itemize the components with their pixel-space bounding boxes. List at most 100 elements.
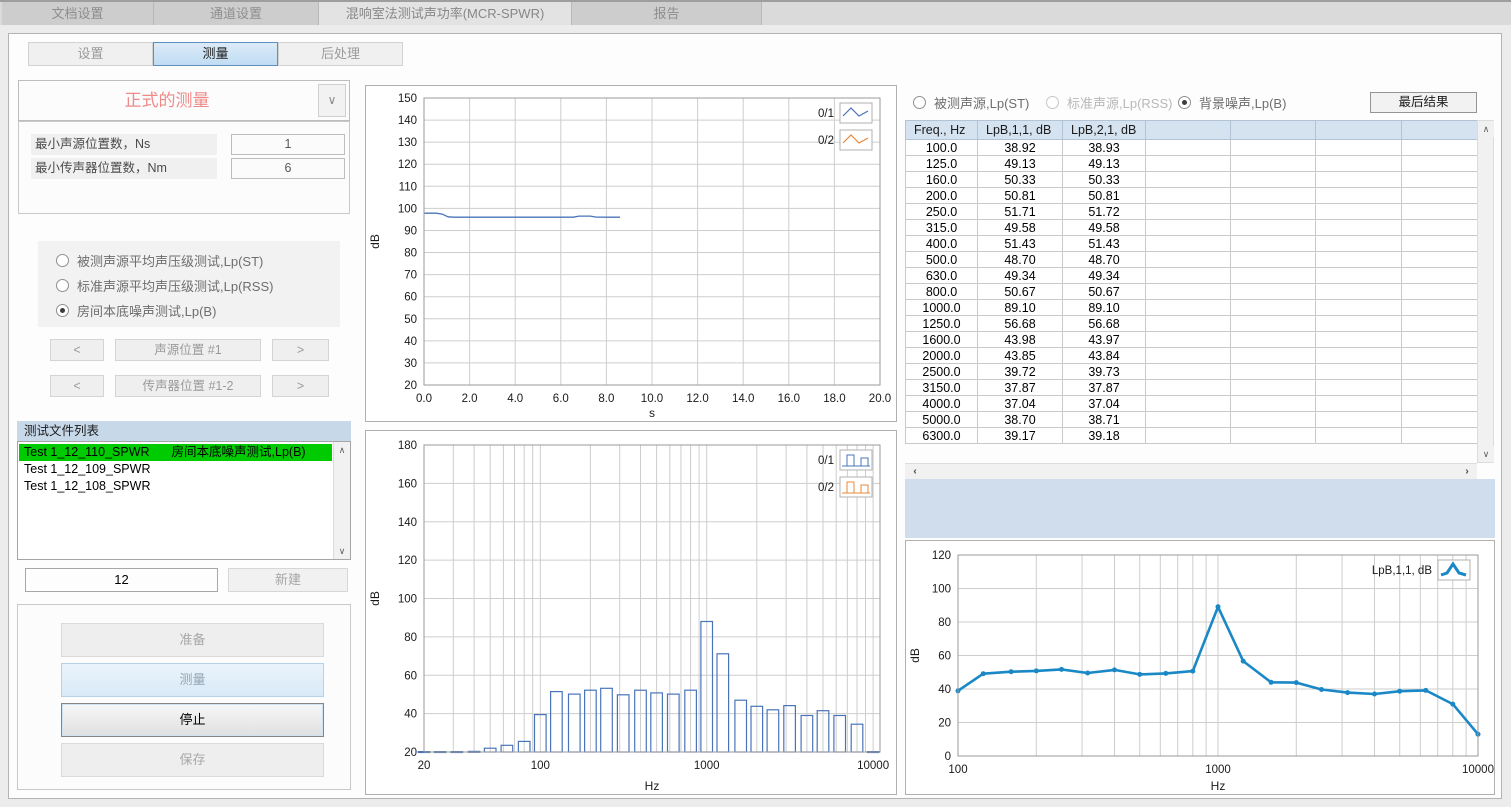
table-cell[interactable] [1402, 140, 1478, 156]
table-cell[interactable] [1146, 380, 1231, 396]
table-cell[interactable]: 37.04 [1063, 396, 1146, 412]
scroll-down-icon[interactable]: ∨ [1478, 446, 1494, 462]
table-cell[interactable]: 37.87 [1063, 380, 1146, 396]
table-row[interactable]: 1000.089.1089.10 [906, 300, 1478, 316]
nav-prev-button-1[interactable]: < [50, 375, 104, 397]
table-row[interactable]: 4000.037.0437.04 [906, 396, 1478, 412]
table-cell[interactable] [1146, 348, 1231, 364]
table-horizontal-scrollbar[interactable]: ‹ › [905, 463, 1477, 479]
table-cell[interactable] [1316, 140, 1402, 156]
param-value-field[interactable]: 6 [231, 158, 345, 179]
table-cell[interactable] [1316, 380, 1402, 396]
subtab-2[interactable]: 后处理 [278, 42, 403, 66]
table-cell[interactable] [1231, 348, 1316, 364]
table-cell[interactable] [1402, 220, 1478, 236]
table-cell[interactable]: 39.72 [978, 364, 1063, 380]
table-row[interactable]: 160.050.3350.33 [906, 172, 1478, 188]
table-cell[interactable] [1316, 396, 1402, 412]
table-cell[interactable]: 43.97 [1063, 332, 1146, 348]
table-cell[interactable] [1402, 364, 1478, 380]
table-cell[interactable]: 5000.0 [906, 412, 978, 428]
table-cell[interactable]: 38.92 [978, 140, 1063, 156]
table-cell[interactable] [1402, 252, 1478, 268]
table-cell[interactable]: 315.0 [906, 220, 978, 236]
table-cell[interactable] [1402, 284, 1478, 300]
results-table[interactable]: Freq., HzLpB,1,1, dBLpB,2,1, dB100.038.9… [905, 120, 1478, 444]
table-cell[interactable] [1231, 332, 1316, 348]
table-cell[interactable] [1146, 220, 1231, 236]
table-cell[interactable]: 6300.0 [906, 428, 978, 444]
table-row[interactable]: 200.050.8150.81 [906, 188, 1478, 204]
table-cell[interactable] [1402, 428, 1478, 444]
table-cell[interactable] [1316, 268, 1402, 284]
table-row[interactable]: 125.049.1349.13 [906, 156, 1478, 172]
top-tab-0[interactable]: 文档设置 [2, 2, 154, 25]
table-cell[interactable]: 43.84 [1063, 348, 1146, 364]
table-cell[interactable] [1316, 364, 1402, 380]
table-cell[interactable] [1146, 252, 1231, 268]
table-row[interactable]: 400.051.4351.43 [906, 236, 1478, 252]
table-cell[interactable] [1402, 156, 1478, 172]
table-cell[interactable]: 100.0 [906, 140, 978, 156]
table-cell[interactable] [1231, 300, 1316, 316]
scroll-up-icon[interactable]: ∧ [334, 442, 350, 458]
table-cell[interactable]: 3150.0 [906, 380, 978, 396]
table-cell[interactable]: 49.13 [978, 156, 1063, 172]
table-cell[interactable] [1146, 236, 1231, 252]
table-cell[interactable] [1231, 268, 1316, 284]
nav-next-button-1[interactable]: > [272, 375, 329, 397]
table-cell[interactable]: 38.93 [1063, 140, 1146, 156]
measurement-mode-select[interactable]: 正式的测量 ∨ [18, 80, 350, 121]
table-cell[interactable]: 38.71 [1063, 412, 1146, 428]
table-cell[interactable] [1231, 396, 1316, 412]
table-cell[interactable] [1146, 284, 1231, 300]
table-cell[interactable] [1146, 316, 1231, 332]
table-cell[interactable]: 800.0 [906, 284, 978, 300]
file-list[interactable]: Test 1_12_110_SPWR房间本底噪声测试,Lp(B)Test 1_1… [17, 441, 351, 560]
top-tab-1[interactable]: 通道设置 [154, 2, 319, 25]
table-cell[interactable]: 37.04 [978, 396, 1063, 412]
table-cell[interactable]: 125.0 [906, 156, 978, 172]
table-cell[interactable] [1146, 140, 1231, 156]
final-result-button[interactable]: 最后结果 [1370, 92, 1477, 113]
table-cell[interactable]: 50.67 [978, 284, 1063, 300]
table-cell[interactable]: 37.87 [978, 380, 1063, 396]
file-list-scrollbar[interactable]: ∧ ∨ [333, 442, 350, 559]
table-cell[interactable] [1146, 172, 1231, 188]
table-cell[interactable] [1231, 316, 1316, 332]
table-cell[interactable]: 49.34 [978, 268, 1063, 284]
table-cell[interactable] [1402, 316, 1478, 332]
table-cell[interactable]: 400.0 [906, 236, 978, 252]
table-cell[interactable] [1146, 268, 1231, 284]
file-list-item-1[interactable]: Test 1_12_109_SPWR [19, 461, 332, 478]
table-vertical-scrollbar[interactable]: ∧ ∨ [1477, 120, 1494, 463]
table-cell[interactable] [1402, 204, 1478, 220]
table-cell[interactable] [1146, 428, 1231, 444]
table-cell[interactable] [1146, 396, 1231, 412]
display-radio-0[interactable]: 被测声源,Lp(ST) [913, 93, 1029, 111]
control-button-1[interactable]: 测量 [61, 663, 324, 697]
table-cell[interactable] [1231, 204, 1316, 220]
control-button-0[interactable]: 准备 [61, 623, 324, 657]
table-cell[interactable] [1316, 348, 1402, 364]
table-cell[interactable] [1402, 348, 1478, 364]
control-button-3[interactable]: 保存 [61, 743, 324, 777]
table-cell[interactable]: 43.85 [978, 348, 1063, 364]
table-cell[interactable]: 51.71 [978, 204, 1063, 220]
table-cell[interactable] [1231, 284, 1316, 300]
table-cell[interactable]: 50.33 [1063, 172, 1146, 188]
table-row[interactable]: 1250.056.6856.68 [906, 316, 1478, 332]
table-cell[interactable] [1231, 364, 1316, 380]
table-cell[interactable]: 500.0 [906, 252, 978, 268]
nav-prev-button-0[interactable]: < [50, 339, 104, 361]
table-cell[interactable]: 50.81 [1063, 188, 1146, 204]
table-row[interactable]: 2500.039.7239.73 [906, 364, 1478, 380]
table-cell[interactable]: 56.68 [978, 316, 1063, 332]
table-cell[interactable] [1316, 204, 1402, 220]
table-row[interactable]: 6300.039.1739.18 [906, 428, 1478, 444]
table-cell[interactable] [1402, 412, 1478, 428]
display-radio-1[interactable]: 标准声源,Lp(RSS) [1046, 93, 1172, 111]
table-cell[interactable]: 250.0 [906, 204, 978, 220]
table-cell[interactable] [1316, 412, 1402, 428]
table-row[interactable]: 500.048.7048.70 [906, 252, 1478, 268]
